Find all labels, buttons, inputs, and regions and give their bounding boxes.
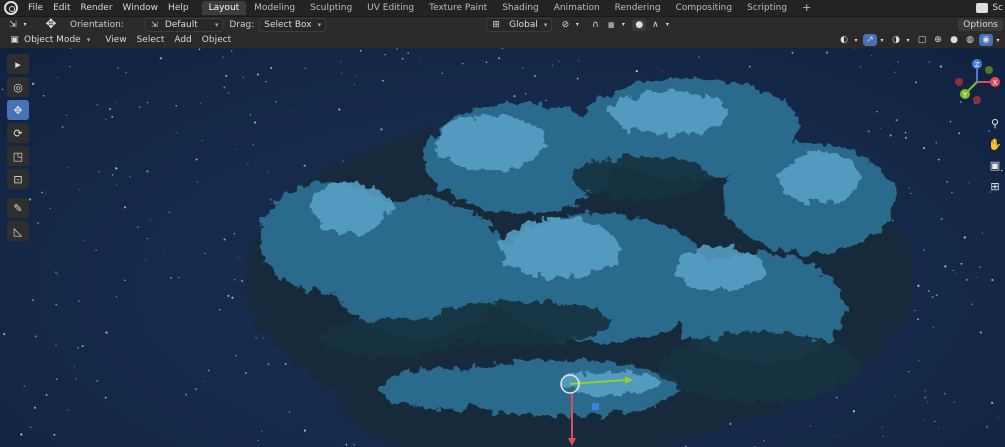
gizmo-neg-x-handle[interactable] bbox=[955, 78, 963, 86]
tool-shelf: ▸ ◎ ✥ ⟳ ◳ ⊡ ✎ ◺ bbox=[7, 54, 31, 244]
scene-selector[interactable]: Sc bbox=[992, 3, 1005, 13]
chevron-down-icon: ▾ bbox=[880, 36, 884, 44]
move-tool[interactable]: ✥ bbox=[7, 100, 29, 120]
global-axes-icon: ⊞ bbox=[492, 19, 500, 30]
tab-shading[interactable]: Shading bbox=[495, 1, 546, 15]
pan-hand-icon[interactable]: ✋ bbox=[987, 135, 1003, 153]
tab-rendering[interactable]: Rendering bbox=[608, 1, 668, 15]
menu-help[interactable]: Help bbox=[163, 3, 194, 13]
cloud-volume bbox=[245, 78, 915, 447]
view-navigation-buttons: ⚲ ✋ ▣ ⊞ bbox=[987, 114, 1003, 198]
chevron-down-icon: ▾ bbox=[23, 21, 27, 28]
options-button[interactable]: Options bbox=[958, 18, 1003, 31]
menu-window[interactable]: Window bbox=[118, 3, 164, 13]
shading-material-icon[interactable]: ◍ bbox=[963, 34, 977, 46]
tab-uv-editing[interactable]: UV Editing bbox=[360, 1, 421, 15]
orientation-label: Orientation: bbox=[70, 19, 124, 30]
drag-value: Select Box bbox=[264, 19, 312, 30]
chevron-down-icon: ▾ bbox=[317, 20, 322, 29]
scale-tool[interactable]: ◳ bbox=[7, 146, 29, 166]
chevron-down-icon: ▾ bbox=[621, 21, 625, 28]
shading-wireframe-icon[interactable]: ⊕ bbox=[931, 34, 945, 46]
chevron-down-icon: ▾ bbox=[214, 20, 219, 29]
camera-view-icon[interactable]: ▣ bbox=[987, 156, 1003, 174]
tab-sculpting[interactable]: Sculpting bbox=[303, 1, 359, 15]
tab-scripting[interactable]: Scripting bbox=[740, 1, 794, 15]
menu-add[interactable]: Add bbox=[169, 35, 196, 45]
chevron-down-icon: ▾ bbox=[665, 21, 669, 28]
tab-texture-paint[interactable]: Texture Paint bbox=[422, 1, 494, 15]
chevron-down-icon: ▾ bbox=[906, 36, 910, 44]
menu-view[interactable]: View bbox=[100, 35, 131, 45]
menu-file[interactable]: File bbox=[23, 3, 48, 13]
snap-increment-icon[interactable]: ▦ bbox=[604, 19, 618, 31]
transform-tool[interactable]: ⊡ bbox=[7, 169, 29, 189]
menu-render[interactable]: Render bbox=[76, 3, 118, 13]
move-arrows-icon: ✥ bbox=[13, 103, 23, 117]
scene-icon[interactable] bbox=[976, 3, 989, 13]
select-box-tool[interactable]: ▸ bbox=[7, 54, 29, 74]
tool-settings-header: ⇲ ▾ ✥ Orientation: ⇲ Default ▾ Drag: Sel… bbox=[0, 16, 1005, 32]
pencil-icon: ✎ bbox=[13, 201, 23, 215]
top-bar: File Edit Render Window Help Layout Mode… bbox=[0, 0, 1005, 16]
menu-select[interactable]: Select bbox=[132, 35, 170, 45]
ruler-icon: ◺ bbox=[13, 224, 23, 238]
gizmo-neg-y-handle[interactable] bbox=[985, 66, 993, 74]
orientation-value: Default bbox=[164, 19, 198, 30]
gizmo-z-label: Z bbox=[975, 61, 980, 69]
xz-plane-handle[interactable] bbox=[592, 403, 599, 410]
menu-edit[interactable]: Edit bbox=[48, 3, 75, 13]
transform-orientation-value: Global bbox=[509, 19, 538, 30]
snap-magnet-icon[interactable]: ∩ bbox=[588, 19, 602, 31]
overlay-icon[interactable]: ◑ bbox=[889, 34, 903, 46]
transform-orientation-dropdown[interactable]: ⊞ Global ▾ bbox=[486, 17, 553, 32]
mode-dropdown[interactable]: ▣ Object Mode ▾ bbox=[6, 34, 95, 46]
add-workspace-button[interactable]: + bbox=[795, 1, 818, 15]
3d-viewport[interactable]: ▸ ◎ ✥ ⟳ ◳ ⊡ ✎ ◺ Z X Y ⚲ ✋ ▣ ⊞ bbox=[0, 48, 1005, 447]
perspective-grid-icon[interactable]: ⊞ bbox=[987, 177, 1003, 195]
move-tool-icon[interactable]: ✥ bbox=[44, 17, 58, 32]
gizmo-toggle-icon[interactable]: ↗ bbox=[863, 34, 877, 46]
tab-compositing[interactable]: Compositing bbox=[669, 1, 739, 15]
menu-object[interactable]: Object bbox=[197, 35, 236, 45]
orientation-dropdown[interactable]: ⇲ Default ▾ bbox=[144, 17, 224, 32]
transform-icon: ⊡ bbox=[13, 172, 23, 186]
tab-modeling[interactable]: Modeling bbox=[247, 1, 302, 15]
gizmo-x-label: X bbox=[993, 79, 998, 87]
tab-animation[interactable]: Animation bbox=[547, 1, 607, 15]
measure-tool[interactable]: ◺ bbox=[7, 221, 29, 241]
drag-label: Drag: bbox=[229, 19, 255, 30]
rotate-tool[interactable]: ⟳ bbox=[7, 123, 29, 143]
orientation-icon: ⇲ bbox=[150, 19, 158, 29]
falloff-curve-icon[interactable]: ∧ bbox=[648, 19, 662, 31]
chevron-down-icon: ▾ bbox=[996, 36, 1000, 44]
chevron-down-icon: ▾ bbox=[854, 36, 858, 44]
rotate-icon: ⟳ bbox=[13, 126, 23, 140]
drag-dropdown[interactable]: Select Box ▾ bbox=[259, 17, 327, 32]
annotate-tool[interactable]: ✎ bbox=[7, 198, 29, 218]
scale-icon: ◳ bbox=[12, 149, 24, 163]
chevron-down-icon: ▾ bbox=[543, 20, 548, 29]
visibility-icon[interactable]: ◐ bbox=[837, 34, 851, 46]
cursor-tool[interactable]: ◎ bbox=[7, 77, 29, 97]
chevron-down-icon: ▾ bbox=[575, 21, 579, 28]
viewport-header: ▣ Object Mode ▾ View Select Add Object ◐… bbox=[0, 32, 1005, 48]
proportional-editing-icon[interactable]: ● bbox=[632, 18, 647, 31]
pivot-point-icon[interactable]: ⊘ bbox=[558, 19, 572, 31]
mode-value: Object Mode bbox=[24, 35, 81, 45]
shading-solid-icon[interactable]: ● bbox=[947, 34, 961, 46]
xray-toggle-icon[interactable]: ▢ bbox=[915, 34, 929, 46]
shading-rendered-icon[interactable]: ◉ bbox=[979, 34, 993, 46]
object-mode-icon: ▣ bbox=[10, 35, 19, 45]
blender-logo-icon[interactable] bbox=[4, 1, 18, 15]
tab-layout[interactable]: Layout bbox=[201, 1, 247, 15]
gizmo-neg-z-handle[interactable] bbox=[973, 96, 981, 104]
cursor-target-icon: ◎ bbox=[13, 80, 23, 94]
select-arrow-icon: ▸ bbox=[15, 57, 21, 71]
chevron-down-icon: ▾ bbox=[86, 36, 91, 44]
navigation-gizmo[interactable]: Z X Y bbox=[943, 52, 1001, 112]
transform-tool-icon[interactable]: ⇲ bbox=[6, 19, 20, 31]
gizmo-y-label: Y bbox=[962, 91, 968, 99]
zoom-icon[interactable]: ⚲ bbox=[987, 114, 1003, 132]
